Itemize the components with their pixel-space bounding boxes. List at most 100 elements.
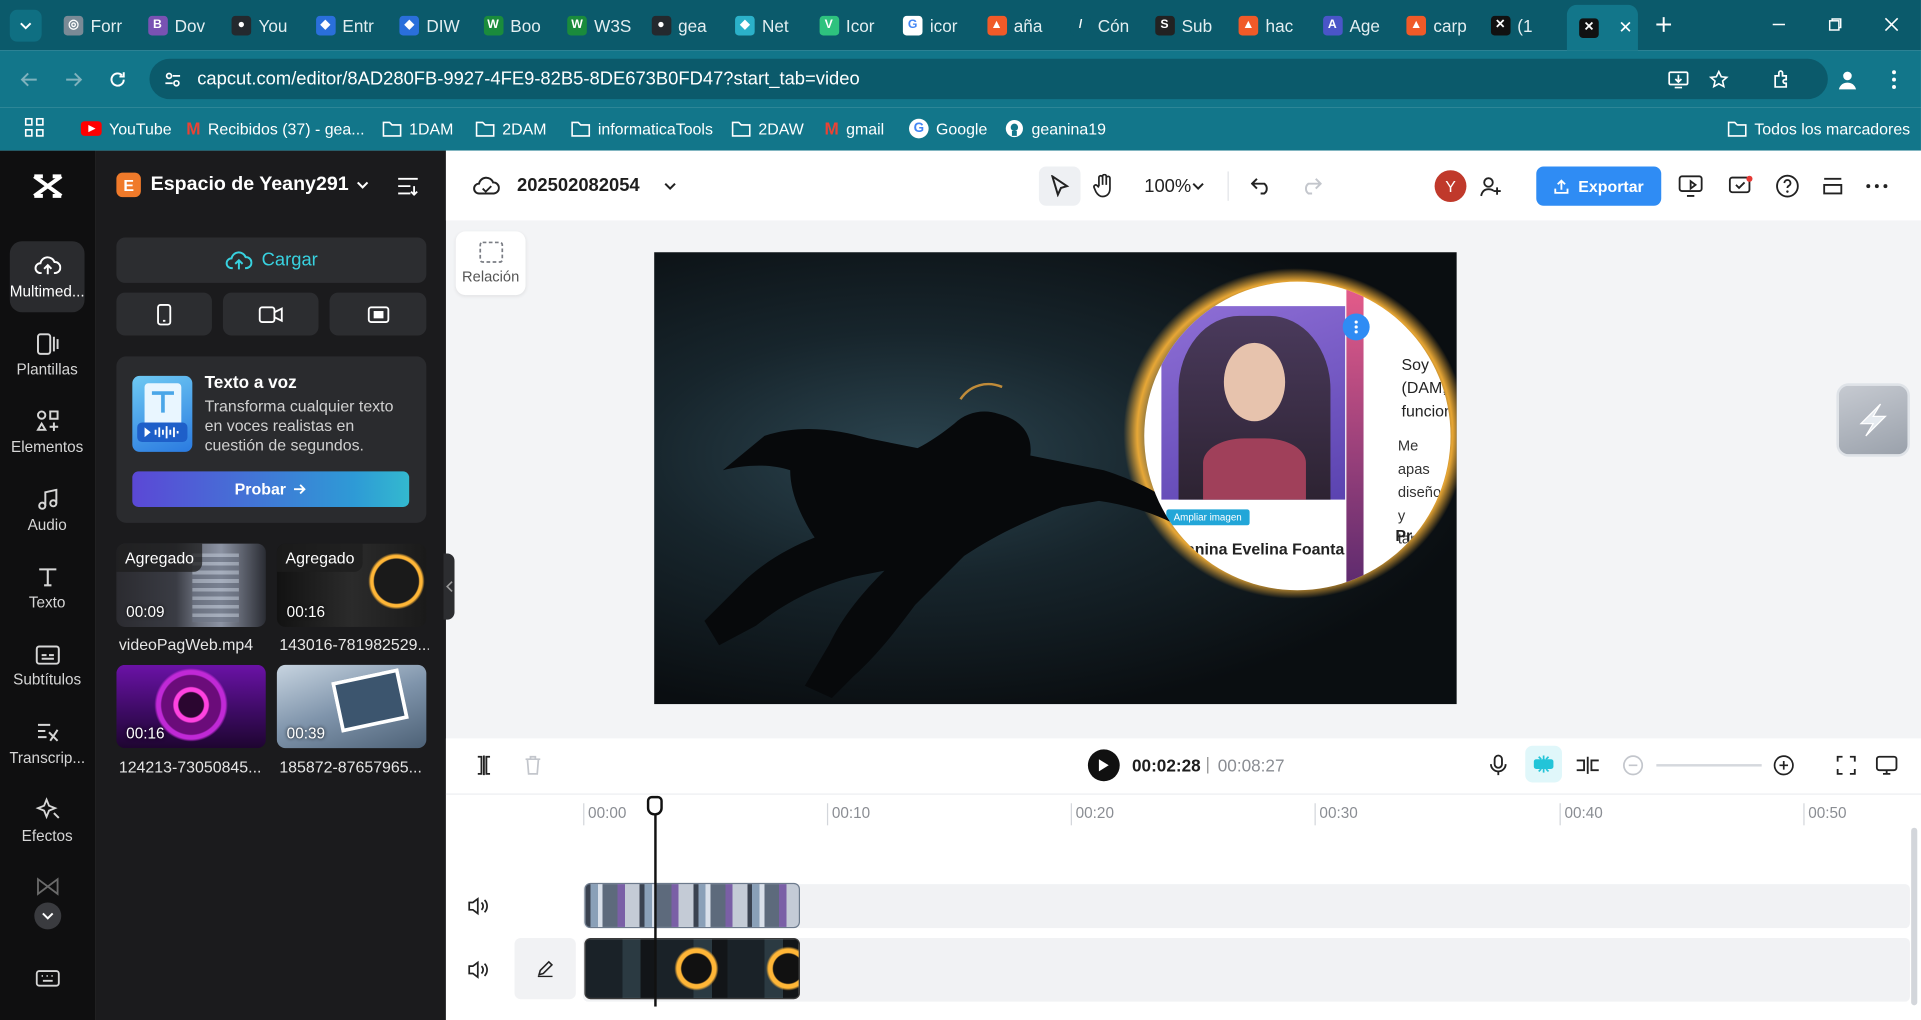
play-button[interactable]	[1087, 749, 1120, 782]
browser-tab[interactable]: V Icor	[807, 7, 890, 43]
media-thumb-4[interactable]: 00:39	[276, 664, 427, 749]
invite-user-icon[interactable]	[1477, 173, 1504, 200]
track-volume-icon[interactable]	[466, 958, 491, 982]
close-window-icon[interactable]	[1879, 12, 1904, 36]
bookmark-star-icon[interactable]	[1707, 67, 1732, 91]
workspace-chevron-icon[interactable]	[353, 175, 373, 195]
playhead[interactable]	[654, 805, 657, 1007]
browser-tab[interactable]: ▲ carp	[1394, 7, 1477, 43]
keyboard-icon[interactable]	[34, 966, 61, 990]
back-icon[interactable]	[17, 67, 42, 91]
bookmark-google[interactable]: G Google	[909, 115, 987, 142]
edit-cover-button[interactable]	[514, 937, 576, 1000]
media-thumb-3[interactable]: 00:16	[116, 664, 266, 749]
profile-overlay[interactable]: Ampliar imagen anina Evelina Foanta Soy …	[1144, 281, 1451, 591]
extensions-icon[interactable]	[1770, 67, 1795, 91]
browser-menu-icon[interactable]	[1882, 67, 1907, 91]
transitions-icon[interactable]	[34, 874, 61, 898]
floating-assistant-button[interactable]	[1836, 383, 1910, 457]
browser-tab[interactable]: Gicor	[891, 7, 974, 43]
nav-efectos[interactable]: Efectos	[10, 785, 85, 856]
site-info-icon[interactable]	[162, 69, 184, 91]
timeline-scrollbar[interactable]	[1911, 827, 1918, 1006]
close-tab-icon[interactable]: ✕	[1618, 17, 1632, 38]
browser-tab[interactable]: ● gea	[639, 7, 722, 43]
nav-audio[interactable]: Audio	[10, 475, 85, 546]
zoom-out-icon[interactable]	[1620, 752, 1647, 779]
more-tools-chevron-icon[interactable]	[34, 902, 62, 930]
restore-icon[interactable]	[1823, 12, 1848, 36]
split-tool-icon[interactable]	[470, 752, 497, 779]
video-preview[interactable]: Ampliar imagen anina Evelina Foanta Soy …	[654, 252, 1457, 705]
upload-phone-button[interactable]	[116, 292, 212, 336]
active-browser-tab[interactable]: ✕ ✕	[1566, 4, 1638, 51]
select-tool-icon[interactable]	[1038, 166, 1081, 206]
review-screen-icon[interactable]	[1726, 171, 1755, 200]
browser-tab[interactable]: / Cón	[1058, 7, 1141, 43]
zoom-level[interactable]: 100%	[1144, 176, 1191, 197]
all-bookmarks[interactable]: Todos los marcadores	[1727, 115, 1910, 142]
fullscreen-icon[interactable]	[1833, 752, 1860, 779]
microphone-icon[interactable]	[1485, 752, 1512, 779]
record-screen-button[interactable]	[329, 292, 427, 336]
workspace-title[interactable]: Espacio de Yeany291	[151, 174, 349, 196]
bookmark-geanina19[interactable]: geanina19	[1005, 115, 1106, 142]
url-text[interactable]: capcut.com/editor/8AD280FB-9927-4FE9-82B…	[197, 69, 859, 90]
project-chevron-icon[interactable]	[660, 176, 680, 196]
reload-icon[interactable]	[105, 67, 130, 91]
record-video-button[interactable]	[222, 292, 319, 336]
panel-collapse-handle[interactable]	[443, 553, 455, 620]
browser-tab[interactable]: ▲ hac	[1226, 7, 1309, 43]
browser-tab[interactable]: ◆ DIW	[387, 7, 470, 43]
project-name[interactable]: 202502082054	[517, 175, 640, 196]
browser-tab[interactable]: W Boo	[471, 7, 554, 43]
forward-icon[interactable]	[61, 67, 86, 91]
delete-icon[interactable]	[519, 752, 546, 779]
clip-videopagweb[interactable]	[584, 882, 800, 929]
browser-tab[interactable]: ◎ Forr	[51, 7, 134, 43]
help-icon[interactable]	[1773, 171, 1802, 200]
browser-tab[interactable]: S Sub	[1142, 7, 1225, 43]
nav-subtitulos[interactable]: Subtítulos	[10, 631, 85, 702]
profile-icon[interactable]	[1835, 67, 1860, 91]
browser-tab[interactable]: W W3S	[555, 7, 638, 43]
bookmark-folder-2daw[interactable]: 2DAW	[731, 115, 804, 142]
media-thumb-2[interactable]: Agregado 00:16	[276, 543, 427, 627]
playhead-handle[interactable]	[646, 795, 663, 816]
panel-filter-icon[interactable]	[394, 173, 421, 200]
cloud-sync-icon[interactable]	[472, 173, 501, 200]
undo-icon[interactable]	[1248, 173, 1275, 200]
browser-tab[interactable]: ◆ Entr	[303, 7, 386, 43]
present-screen-icon[interactable]	[1676, 171, 1705, 200]
browser-tab[interactable]: ✕ (1	[1478, 7, 1561, 43]
nav-texto[interactable]: Texto	[10, 552, 85, 623]
preview-layout-icon[interactable]	[1873, 752, 1900, 779]
redo-icon[interactable]	[1297, 173, 1324, 200]
media-thumb-1[interactable]: Agregado 00:09	[116, 543, 266, 627]
bookmark-gmail[interactable]: M gmail	[824, 115, 884, 142]
nav-plantillas[interactable]: Plantillas	[10, 320, 85, 391]
browser-tab[interactable]: ◆ Net	[723, 7, 806, 43]
hand-tool-icon[interactable]	[1088, 169, 1120, 203]
nav-transcripcion[interactable]: Transcrip...	[10, 708, 85, 779]
browser-tab[interactable]: ● You	[219, 7, 302, 43]
user-avatar[interactable]: Y	[1434, 170, 1467, 203]
split-clip-icon[interactable]	[1574, 752, 1601, 779]
minimize-icon[interactable]	[1767, 12, 1792, 36]
bookmark-folder-informaticatools[interactable]: informaticaTools	[571, 115, 713, 142]
more-options-icon[interactable]	[1862, 171, 1891, 200]
clip-astronaut[interactable]	[584, 937, 800, 1000]
overlay-menu-icon[interactable]	[1342, 313, 1370, 341]
browser-tab[interactable]: ▲ aña	[975, 7, 1058, 43]
nav-elementos[interactable]: Elementos	[10, 397, 85, 468]
export-button[interactable]: Exportar	[1536, 166, 1662, 206]
browser-tab[interactable]: B Dov	[135, 7, 218, 43]
bookmark-youtube[interactable]: YouTube	[80, 115, 172, 142]
capcut-logo-icon[interactable]	[27, 168, 69, 205]
upload-button[interactable]: Cargar	[116, 237, 427, 283]
track-volume-icon[interactable]	[466, 894, 491, 918]
zoom-in-icon[interactable]	[1770, 752, 1797, 779]
try-button[interactable]: Probar	[132, 471, 410, 507]
magnet-snap-icon[interactable]	[1525, 745, 1563, 783]
new-tab-icon[interactable]	[1651, 12, 1676, 36]
